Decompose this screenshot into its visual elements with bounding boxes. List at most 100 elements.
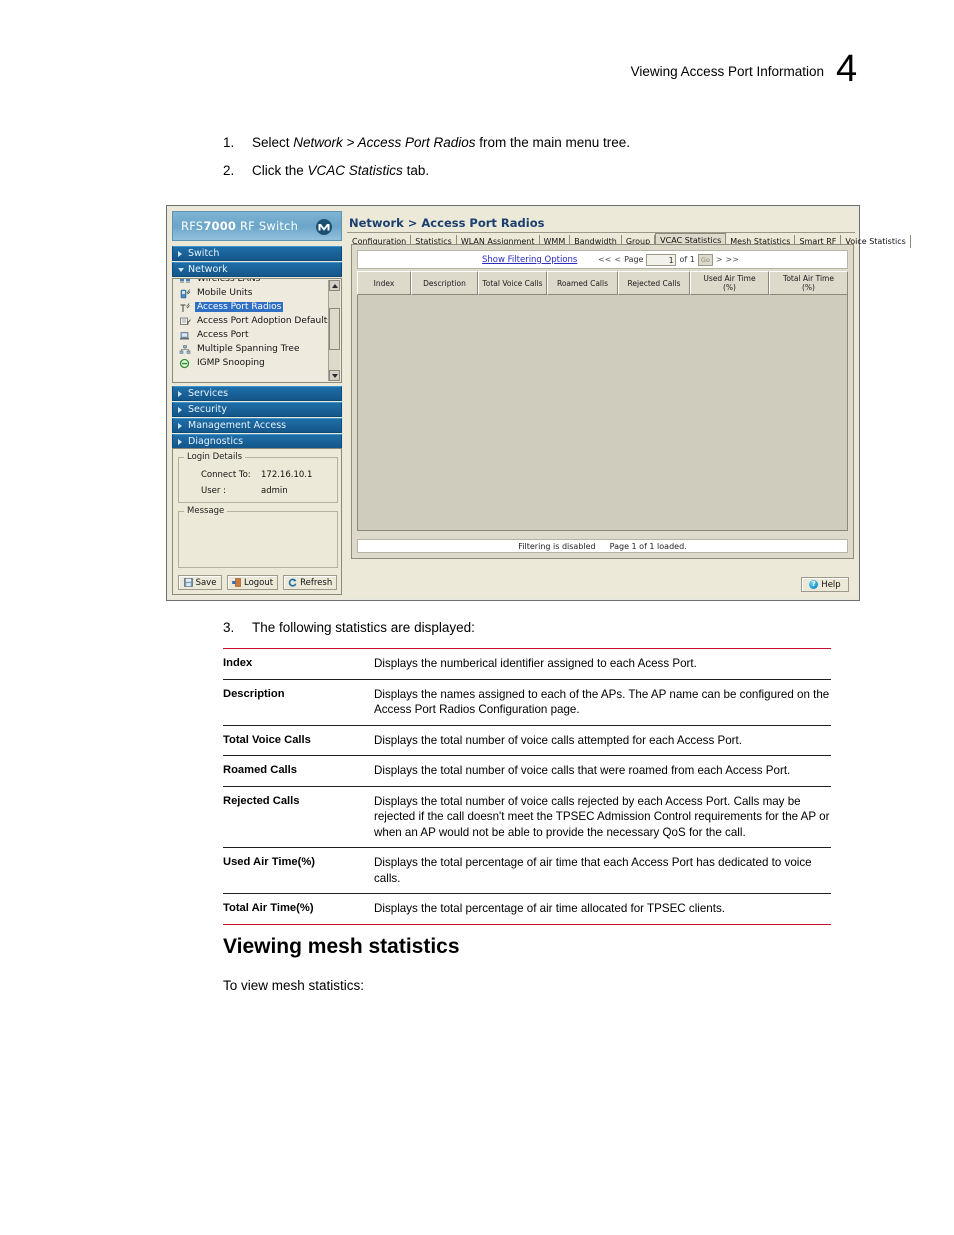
column-header-label: Index xyxy=(373,278,395,288)
tree-item-access-port-radios[interactable]: Access Port Radios xyxy=(175,300,325,314)
definition-description: Displays the total percentage of air tim… xyxy=(374,847,831,894)
brand-prefix: RFS xyxy=(181,219,204,233)
page-label: Page xyxy=(624,255,644,264)
sidebar-item-diagnostics[interactable]: Diagnostics xyxy=(172,434,342,449)
tree-item-label: Access Port Radios xyxy=(195,302,284,312)
table-row: Used Air Time(%) Displays the total perc… xyxy=(223,847,831,894)
sidebar-item-management-access[interactable]: Management Access xyxy=(172,418,342,433)
step-text: Click the VCAC Statistics tab. xyxy=(252,162,843,180)
brand-suffix: RF Switch xyxy=(236,219,299,233)
column-header-label: Description xyxy=(423,278,466,288)
connect-to-value: 172.16.10.1 xyxy=(261,470,313,480)
step-text-emphasis: VCAC Statistics xyxy=(307,163,403,178)
statistics-definition-table: Index Displays the numberical identifier… xyxy=(223,648,831,925)
definition-term: Roamed Calls xyxy=(223,755,374,787)
table-row: Description Displays the names assigned … xyxy=(223,679,831,726)
page-running-head: Viewing Access Port Information xyxy=(630,64,824,79)
chevron-right-icon xyxy=(178,423,182,429)
connect-to-label: Connect To: xyxy=(201,470,251,480)
sidebar-item-label: Diagnostics xyxy=(188,436,244,447)
user-value: admin xyxy=(261,486,288,496)
definition-term: Used Air Time(%) xyxy=(223,847,374,894)
tree-item-list: Wireless LANs Mobile Units Access Port R… xyxy=(175,279,332,370)
tree-item-igmp-snooping[interactable]: IGMP Snooping xyxy=(175,356,325,370)
adoption-defaults-icon xyxy=(179,316,192,327)
definition-term: Rejected Calls xyxy=(223,786,374,848)
sidebar-item-label: Switch xyxy=(188,248,220,259)
column-header-used-air-time[interactable]: Used Air Time (%) xyxy=(690,271,769,295)
status-bar: Filtering is disabled Page 1 of 1 loaded… xyxy=(357,539,848,553)
breadcrumb: Network > Access Port Radios xyxy=(349,216,545,230)
prev-page-button[interactable]: < xyxy=(614,255,621,264)
brand-model: 7000 xyxy=(203,219,237,233)
motorola-logo-icon xyxy=(316,219,332,235)
scroll-down-button[interactable] xyxy=(329,370,340,381)
tree-item-multiple-spanning-tree[interactable]: Multiple Spanning Tree xyxy=(175,342,325,356)
tree-item-label: Multiple Spanning Tree xyxy=(197,344,300,354)
filtering-status: Filtering is disabled xyxy=(518,541,596,551)
pagination-controls: << < Page 1 of 1 Go > >> xyxy=(598,253,739,266)
table-row: Rejected Calls Displays the total number… xyxy=(223,786,831,848)
column-header-roamed-calls[interactable]: Roamed Calls xyxy=(547,271,618,295)
tree-item-label: Access Port Adoption Defaults xyxy=(197,316,332,326)
section-heading: Viewing mesh statistics xyxy=(223,935,460,958)
column-header-rejected-calls[interactable]: Rejected Calls xyxy=(618,271,690,295)
list-item: 1. Select Network > Access Port Radios f… xyxy=(223,134,843,152)
next-page-button[interactable]: > xyxy=(716,255,723,264)
column-header-index[interactable]: Index xyxy=(357,271,411,295)
tree-item-mobile-units[interactable]: Mobile Units xyxy=(175,286,325,300)
page-number-input[interactable]: 1 xyxy=(646,253,677,266)
chevron-right-icon xyxy=(178,251,182,257)
table-row: Total Air Time(%) Displays the total per… xyxy=(223,893,831,925)
table-header-row: Index Description Total Voice Calls Roam… xyxy=(357,271,848,295)
group-legend: Message xyxy=(184,506,228,516)
definition-description: Displays the total percentage of air tim… xyxy=(374,893,831,925)
column-header-total-air-time[interactable]: Total Air Time (%) xyxy=(769,271,848,295)
column-header-total-voice-calls[interactable]: Total Voice Calls xyxy=(478,271,547,295)
chevron-right-icon xyxy=(178,439,182,445)
scrollbar-thumb[interactable] xyxy=(329,308,340,350)
step-text-pre: Select xyxy=(252,135,294,150)
sidebar-item-network[interactable]: Network xyxy=(172,262,342,277)
tree-item-access-port-adoption-defaults[interactable]: Access Port Adoption Defaults xyxy=(175,314,332,328)
column-header-label: Roamed Calls xyxy=(556,278,609,288)
spanning-tree-icon xyxy=(179,344,192,355)
definition-description: Displays the total number of voice calls… xyxy=(374,786,831,848)
column-header-label: Used Air Time xyxy=(703,274,756,283)
definition-term: Description xyxy=(223,679,374,726)
tree-item-access-port[interactable]: Access Port xyxy=(175,328,325,342)
access-port-radios-icon xyxy=(179,302,192,313)
definition-term: Total Voice Calls xyxy=(223,725,374,756)
logout-icon xyxy=(232,578,241,587)
step-number: 3. xyxy=(223,620,235,635)
step-text-pre: Click the xyxy=(252,163,308,178)
tree-item-wireless-lans[interactable]: Wireless LANs xyxy=(175,279,325,286)
column-header-description[interactable]: Description xyxy=(411,271,478,295)
step-text-emphasis: Network > Access Port Radios xyxy=(293,135,476,150)
section-body-text: To view mesh statistics: xyxy=(223,978,365,993)
go-button[interactable]: Go xyxy=(697,253,713,266)
logout-button[interactable]: Logout xyxy=(227,575,279,590)
step-number: 2. xyxy=(223,163,235,178)
refresh-button[interactable]: Refresh xyxy=(283,575,338,590)
tree-scrollbar[interactable] xyxy=(328,280,340,381)
show-filtering-options-link[interactable]: Show Filtering Options xyxy=(482,255,577,265)
tree-item-label: IGMP Snooping xyxy=(197,358,265,368)
help-button[interactable]: ? Help xyxy=(801,577,849,592)
sidebar-item-services[interactable]: Services xyxy=(172,386,342,401)
save-button[interactable]: Save xyxy=(178,575,222,590)
sidebar-item-label: Network xyxy=(188,264,228,275)
navigation-tree: Wireless LANs Mobile Units Access Port R… xyxy=(172,278,342,383)
sidebar-item-switch[interactable]: Switch xyxy=(172,246,342,261)
definition-description: Displays the names assigned to each of t… xyxy=(374,679,831,726)
scroll-up-button[interactable] xyxy=(329,280,340,291)
action-button-row: Save Logout Refresh xyxy=(178,575,338,590)
logout-button-label: Logout xyxy=(244,577,274,588)
last-page-button[interactable]: >> xyxy=(726,255,739,264)
sidebar-item-security[interactable]: Security xyxy=(172,402,342,417)
vcac-statistics-panel: Show Filtering Options << < Page 1 of 1 … xyxy=(351,244,854,559)
first-page-button[interactable]: << xyxy=(598,255,611,264)
triangle-up-icon xyxy=(332,284,338,288)
help-icon: ? xyxy=(809,580,819,589)
step-text-post: tab. xyxy=(402,163,430,178)
